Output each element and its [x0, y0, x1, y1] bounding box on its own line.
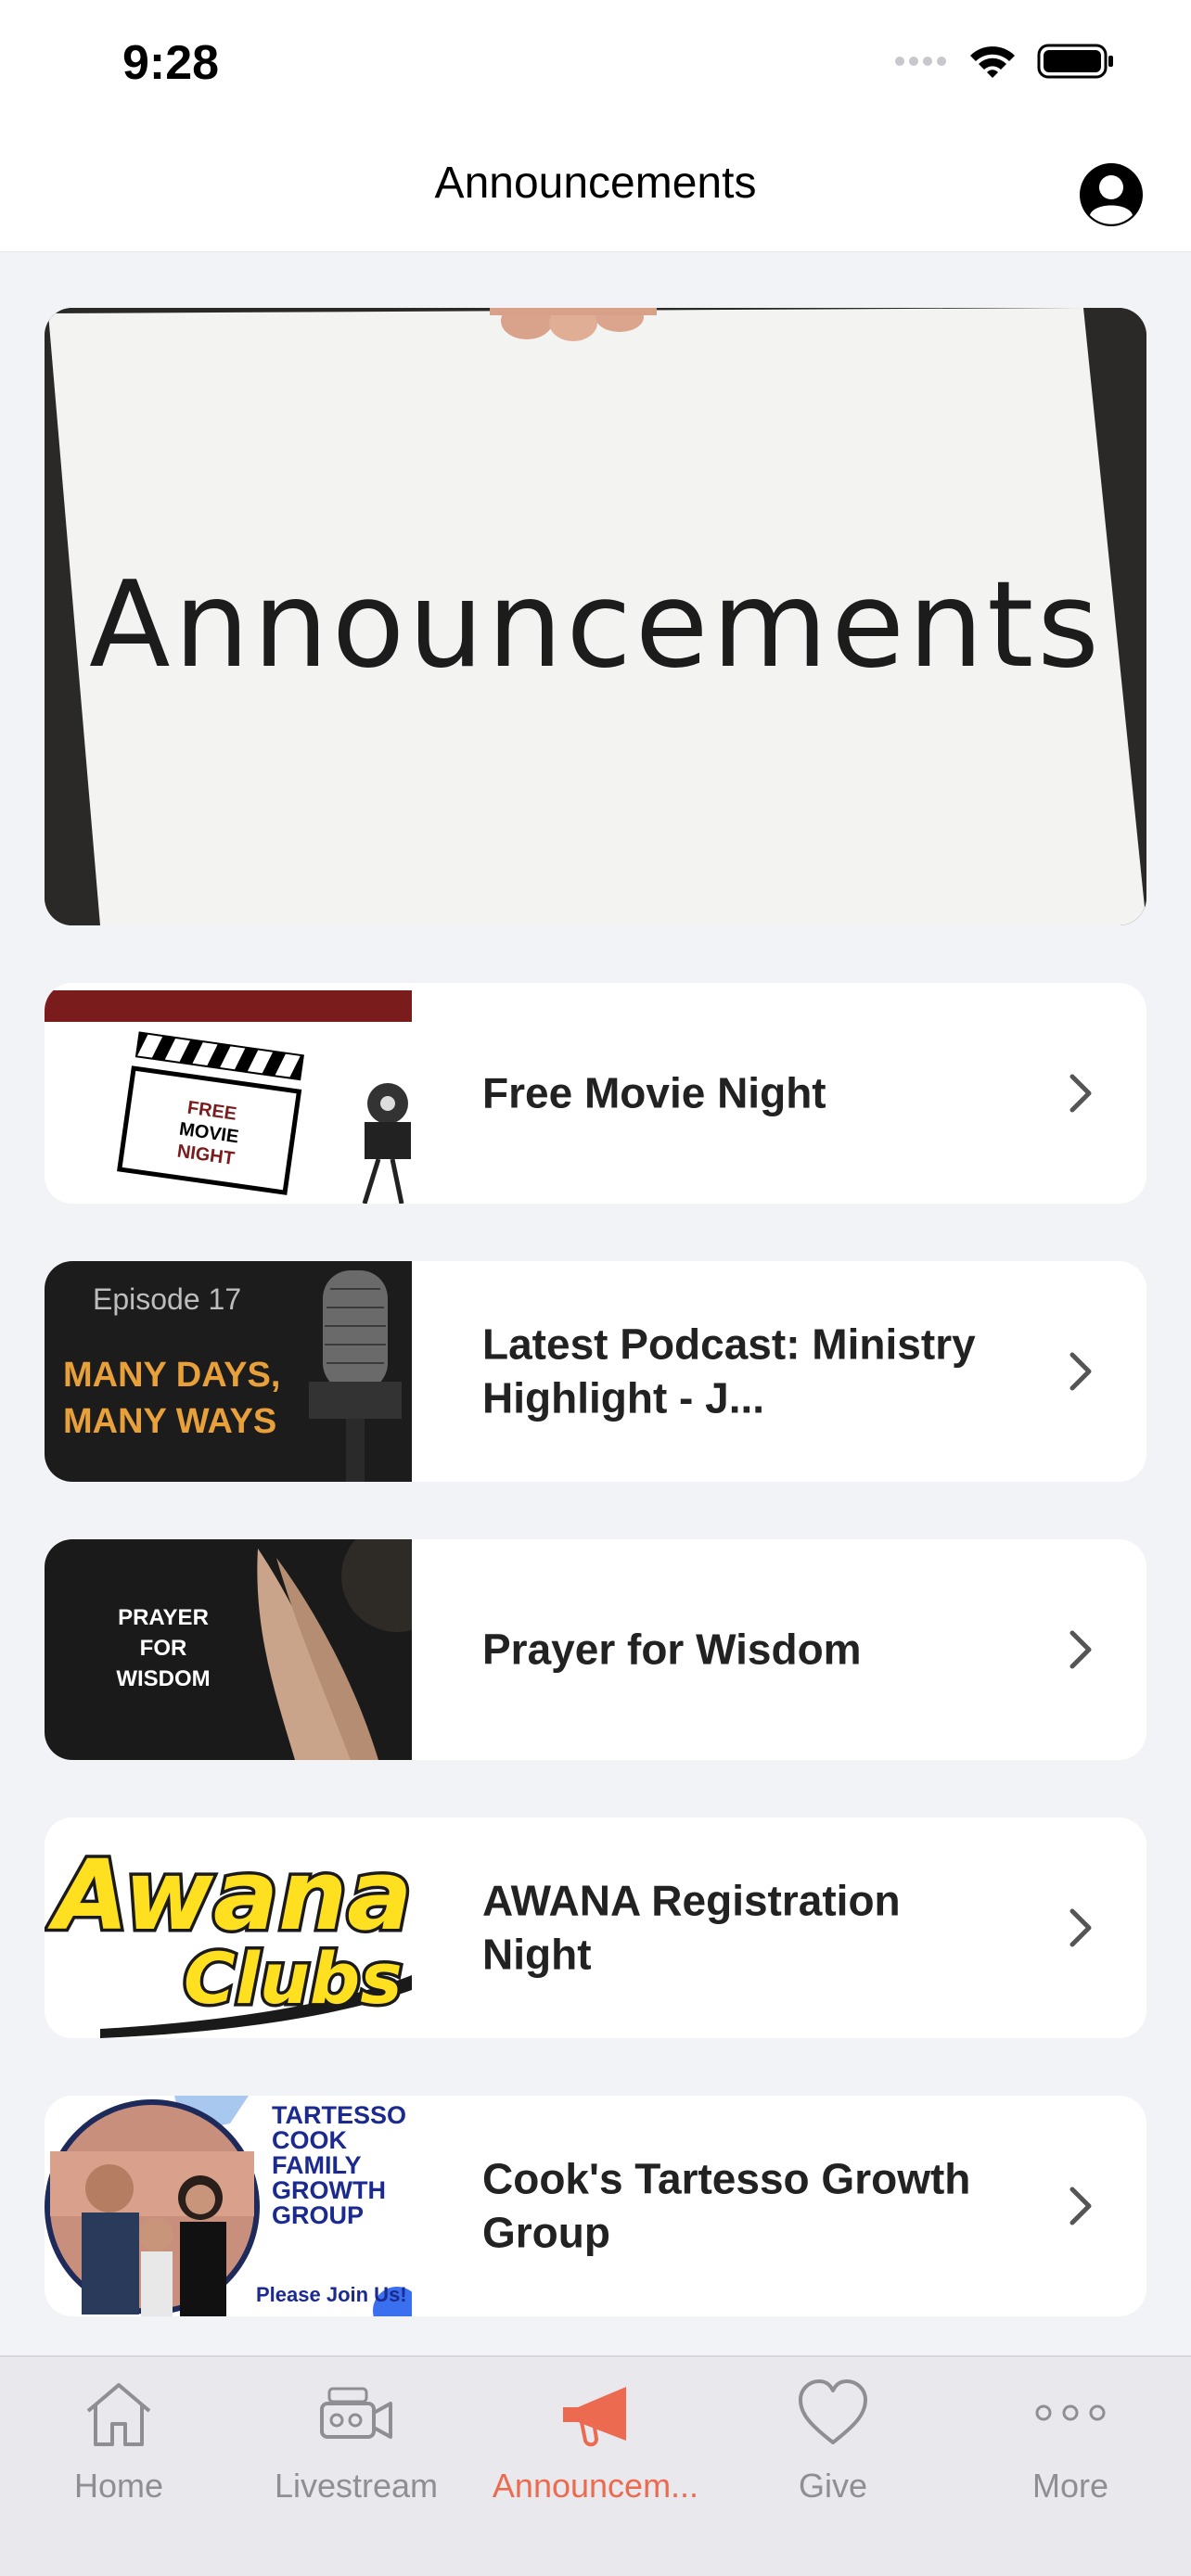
thumb-text-2: Clubs	[184, 1937, 403, 2020]
tab-announcements[interactable]: Announcem...	[477, 2357, 714, 2524]
announcements-hero-banner[interactable]: Announcements	[45, 308, 1146, 925]
status-bar: 9:28	[0, 0, 1191, 130]
announcement-card-prayer-for-wisdom[interactable]: PRAYER FOR WISDOM Prayer for Wisdom	[45, 1539, 1146, 1760]
announcement-title: Latest Podcast: Ministry Highlight - J..…	[482, 1320, 976, 1422]
announcement-thumbnail: FREE MOVIE NIGHT	[45, 983, 412, 1204]
tab-give[interactable]: Give	[714, 2357, 952, 2524]
battery-icon	[1037, 44, 1113, 79]
thumb-text-1: MANY DAYS,	[63, 1356, 280, 1395]
chevron-right-icon	[1069, 1074, 1092, 1113]
tab-label: Give	[798, 2467, 868, 2505]
announcement-thumbnail: TARTESSO COOK FAMILY GROWTH GROUP Please…	[45, 2096, 412, 2316]
thumb-text-4: GROWTH	[272, 2176, 386, 2204]
announcement-title: Prayer for Wisdom	[482, 1625, 862, 1674]
tab-bar: Home Livestream Announcem... Give More	[0, 2355, 1191, 2576]
announcement-thumbnail: Episode 17 MANY DAYS, MANY WAYS	[45, 1261, 412, 1482]
awana-clubs-logo-image: Awana Clubs	[45, 1817, 412, 2038]
thumb-episode: Episode 17	[93, 1282, 241, 1316]
announcement-title: Cook's Tartesso Growth Group	[482, 2154, 971, 2257]
announcement-card-latest-podcast[interactable]: Episode 17 MANY DAYS, MANY WAYS Latest P…	[45, 1261, 1146, 1482]
page-title: Announcements	[434, 159, 757, 208]
home-icon	[86, 2383, 151, 2446]
thumb-text-5: GROUP	[272, 2201, 364, 2229]
thumb-text-2: MANY WAYS	[63, 1402, 276, 1441]
tab-home[interactable]: Home	[0, 2357, 237, 2524]
thumb-text-3: FAMILY	[272, 2151, 362, 2179]
status-indicators	[894, 43, 1115, 80]
announcement-title: Free Movie Night	[482, 1068, 826, 1117]
family-photo-image: TARTESSO COOK FAMILY GROWTH GROUP Please…	[45, 2096, 412, 2316]
tab-livestream[interactable]: Livestream	[237, 2357, 475, 2524]
thumb-text-3: WISDOM	[116, 1666, 210, 1691]
announcement-card-free-movie-night[interactable]: FREE MOVIE NIGHT Free Movie Night	[45, 983, 1146, 1204]
thumb-text-1: TARTESSO	[272, 2101, 406, 2129]
heart-icon	[799, 2379, 867, 2444]
praying-hands-image: PRAYER FOR WISDOM	[45, 1539, 412, 1760]
video-camera-icon	[320, 2387, 392, 2439]
chevron-right-icon	[1069, 2187, 1092, 2225]
wifi-icon	[970, 46, 1015, 78]
chevron-right-icon	[1069, 1352, 1092, 1391]
announcement-thumbnail: PRAYER FOR WISDOM	[45, 1539, 412, 1760]
tab-label: Home	[73, 2467, 164, 2505]
megaphone-icon	[563, 2387, 626, 2447]
thumb-footer: Please Join Us!	[256, 2283, 407, 2306]
tab-label: Livestream	[274, 2467, 439, 2505]
tab-more[interactable]: More	[952, 2357, 1189, 2524]
announcement-title: AWANA Registration Night	[482, 1876, 901, 1979]
thumb-text-2: FOR	[140, 1636, 187, 1661]
announcement-thumbnail: Awana Clubs	[45, 1817, 412, 2038]
announcement-list: FREE MOVIE NIGHT Free Movie Night Episod…	[45, 983, 1146, 2374]
chevron-right-icon	[1069, 1908, 1092, 1947]
tab-label: More	[1031, 2467, 1109, 2505]
navigation-bar: Announcements	[0, 130, 1191, 252]
profile-icon[interactable]	[1078, 161, 1145, 228]
thumb-text-2: COOK	[272, 2126, 348, 2154]
more-dots-icon	[1035, 2404, 1106, 2421]
cellular-signal-icon	[895, 57, 946, 66]
podcast-microphone-image: Episode 17 MANY DAYS, MANY WAYS	[45, 1261, 412, 1482]
announcement-card-awana-registration[interactable]: Awana Clubs AWANA Registration Night	[45, 1817, 1146, 2038]
chevron-right-icon	[1069, 1630, 1092, 1669]
status-time: 9:28	[122, 36, 220, 90]
thumb-text-1: PRAYER	[118, 1605, 209, 1630]
announcement-card-tartesso-growth-group[interactable]: TARTESSO COOK FAMILY GROWTH GROUP Please…	[45, 2096, 1146, 2316]
thumb-text-1: Awana	[47, 1839, 412, 1952]
movie-clapperboard-image: FREE MOVIE NIGHT	[45, 983, 412, 1204]
tab-label: Announcem...	[492, 2467, 699, 2505]
hero-text: Announcements	[89, 556, 1103, 695]
